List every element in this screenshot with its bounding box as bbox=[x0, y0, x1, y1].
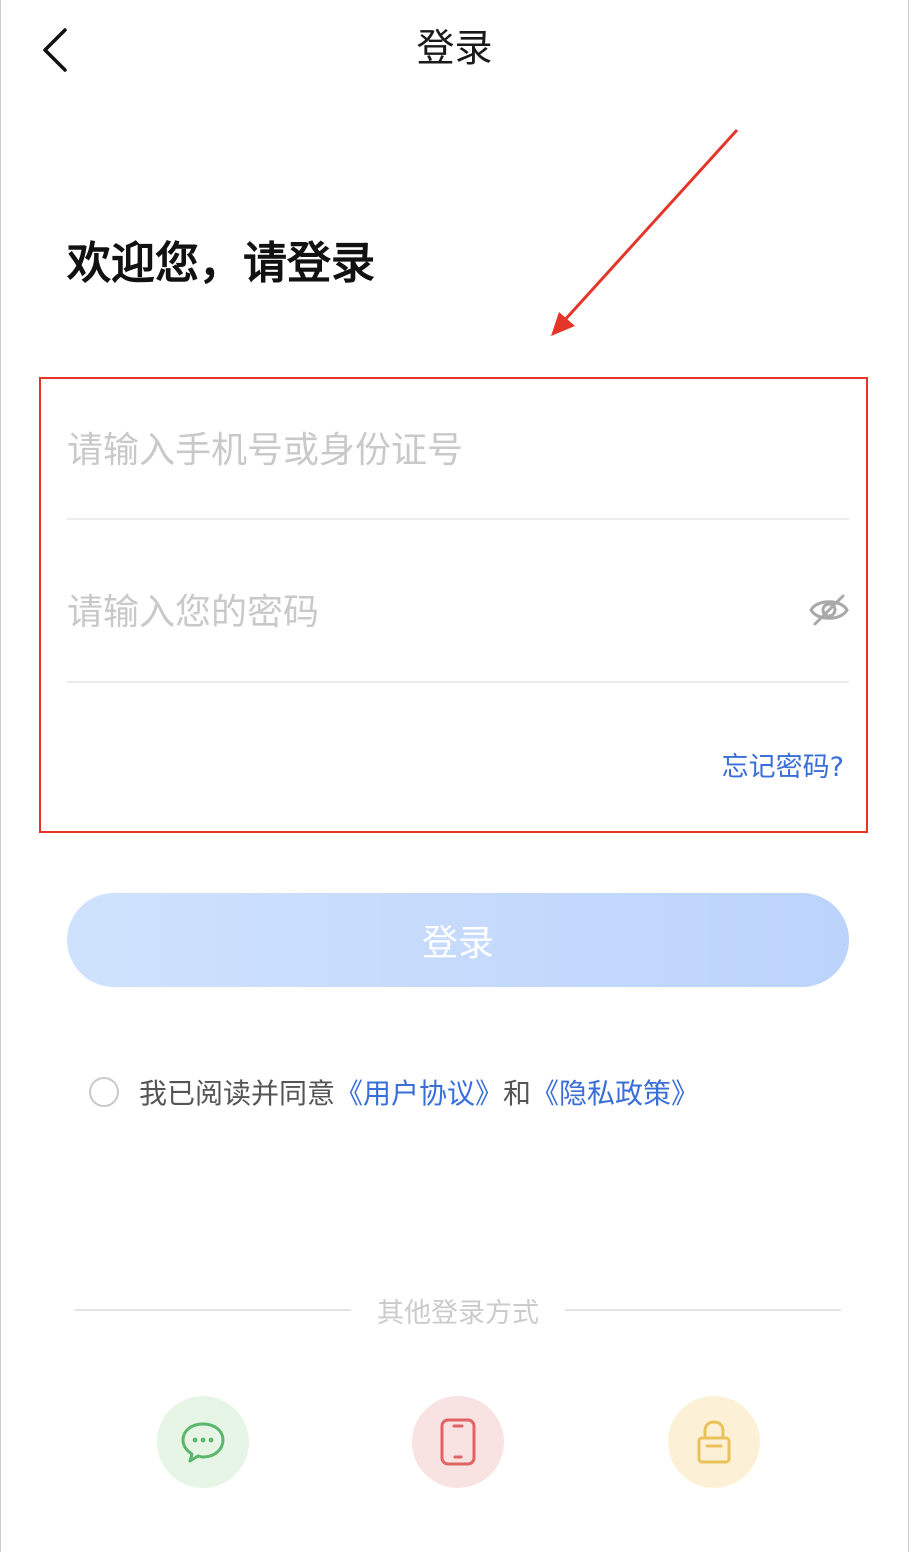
other-login-divider: 其他登录方式 bbox=[75, 1288, 841, 1332]
other-login-label: 其他登录方式 bbox=[377, 1297, 539, 1329]
wechat-login-button[interactable] bbox=[157, 1396, 249, 1488]
agreement-conjunction: 和 bbox=[503, 1077, 532, 1110]
phone-input-underline bbox=[67, 518, 849, 520]
app-screen: 登录 欢迎您，请登录 忘记密码? 登录 我已阅读并同意 《用户协议》 和 《隐私… bbox=[0, 0, 909, 1552]
forgot-password-link[interactable]: 忘记密码? bbox=[722, 748, 844, 788]
password-input[interactable] bbox=[67, 572, 787, 652]
password-input-underline bbox=[67, 681, 849, 683]
page-title: 登录 bbox=[416, 26, 493, 70]
agreement-checkbox[interactable] bbox=[89, 1077, 119, 1107]
divider-line-right bbox=[565, 1309, 841, 1311]
wechat-icon bbox=[181, 1422, 225, 1463]
toggle-password-visibility[interactable] bbox=[807, 590, 851, 630]
phone-icon bbox=[440, 1418, 476, 1466]
login-button[interactable]: 登录 bbox=[67, 893, 849, 987]
password-login-button[interactable] bbox=[668, 1396, 760, 1488]
phone-login-button[interactable] bbox=[412, 1396, 504, 1488]
privacy-policy-link[interactable]: 《隐私政策》 bbox=[531, 1072, 699, 1112]
phone-or-id-input[interactable] bbox=[67, 410, 849, 490]
agreement-prefix: 我已阅读并同意 bbox=[139, 1077, 336, 1110]
agreement-row: 我已阅读并同意 《用户协议》 和 《隐私政策》 bbox=[89, 1070, 699, 1114]
user-agreement-link[interactable]: 《用户协议》 bbox=[335, 1072, 503, 1112]
divider-line-left bbox=[75, 1309, 351, 1311]
lock-icon bbox=[697, 1420, 731, 1464]
eye-off-icon bbox=[809, 594, 849, 626]
welcome-heading: 欢迎您，请登录 bbox=[67, 238, 375, 289]
